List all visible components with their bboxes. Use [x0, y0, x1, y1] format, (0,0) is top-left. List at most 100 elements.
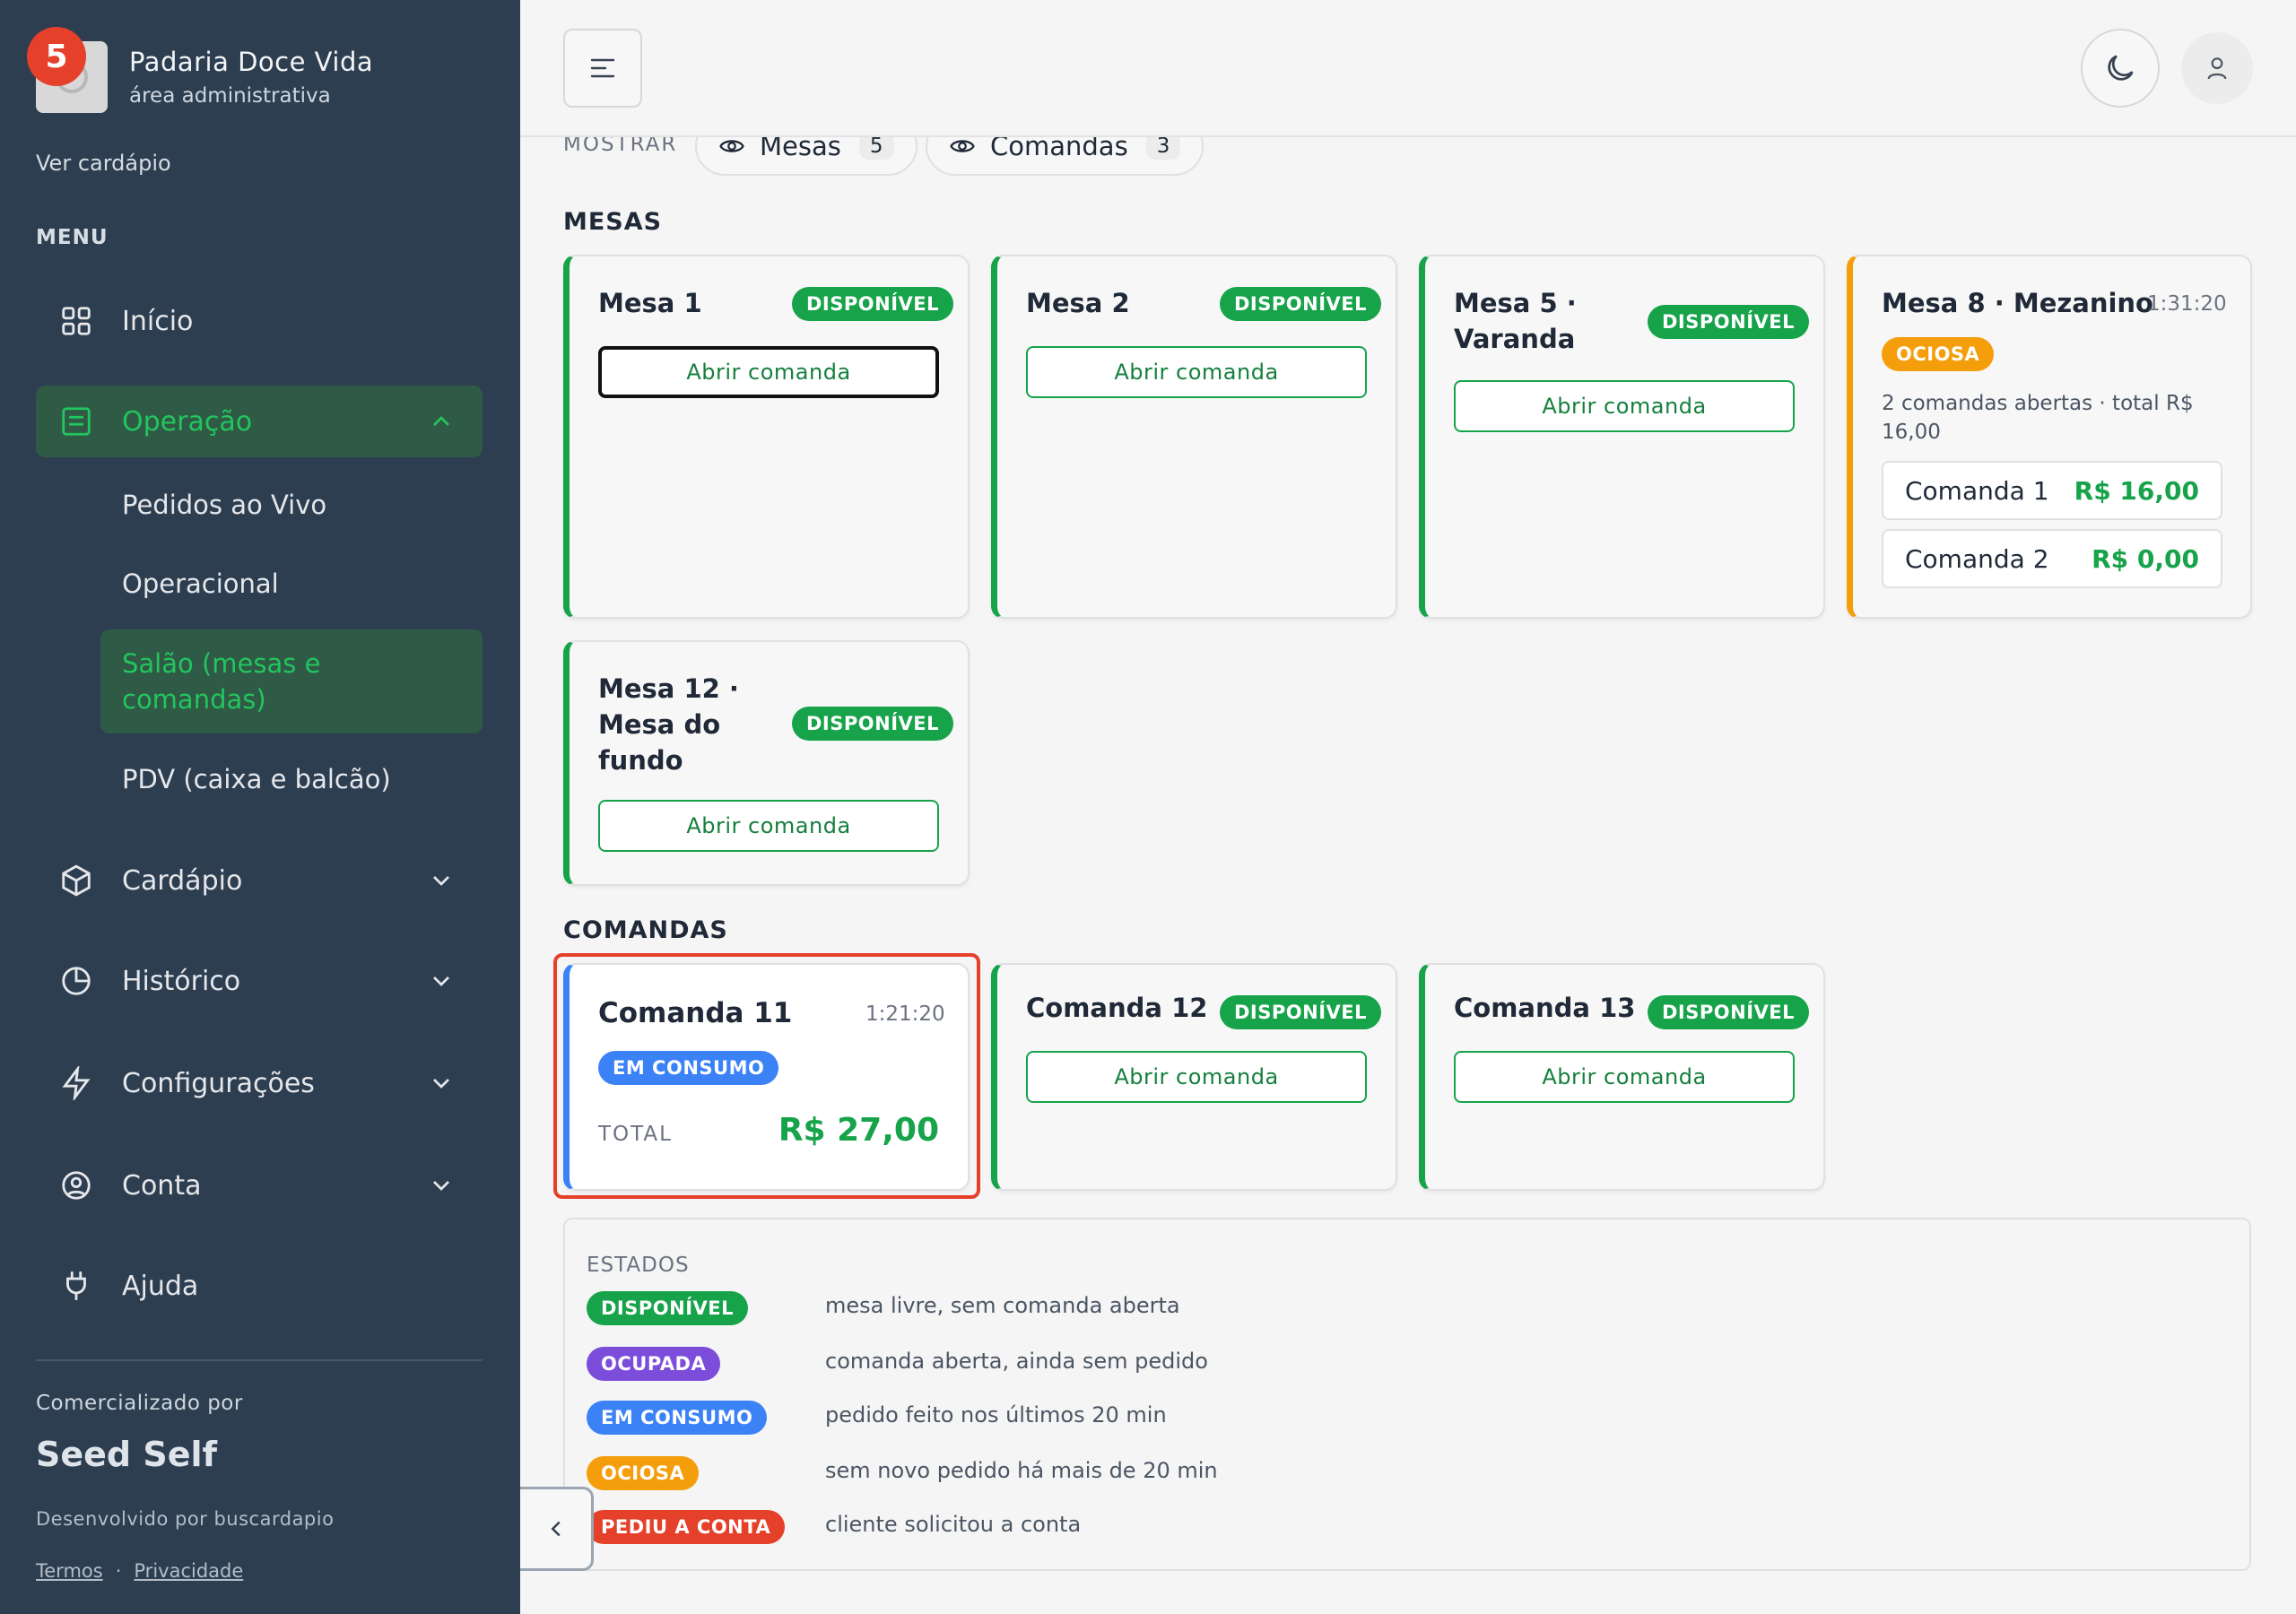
brand-name: Padaria Doce Vida [129, 47, 374, 77]
plug-icon [59, 1269, 93, 1303]
open-order-button[interactable]: Abrir comanda [598, 800, 939, 852]
menu-icon [590, 58, 615, 78]
legend-badge: OCIOSA [587, 1456, 700, 1490]
brand[interactable]: 5 Padaria Doce Vida área administrativa [27, 27, 374, 113]
card-title: Comanda 13 [1454, 993, 1636, 1023]
status-badge: DISPONÍVEL [792, 707, 953, 741]
legend-row: EM CONSUMO pedido feito nos últimos 20 m… [587, 1401, 1663, 1436]
table-card-mesa-12: Mesa 12 · Mesa do fundo DISPONÍVEL Abrir… [563, 640, 970, 886]
legend-row: PEDIU A CONTA cliente solicitou a conta [587, 1510, 1663, 1546]
open-order-button[interactable]: Abrir comanda [1026, 1051, 1367, 1103]
sub-order-amount: R$ 16,00 [2074, 475, 2199, 506]
sidebar-item-label: Início [122, 305, 194, 337]
sub-order-row[interactable]: Comanda 1 R$ 16,00 [1882, 461, 2222, 520]
section-title-comandas: COMANDAS [563, 916, 728, 944]
top-bar [520, 0, 2296, 137]
card-title: Mesa 2 [1026, 288, 1130, 318]
view-menu-link[interactable]: Ver cardápio [36, 151, 171, 176]
commercialized-by: Comercializado por [36, 1392, 243, 1415]
chevron-down-icon [433, 1181, 449, 1191]
legend-badge: DISPONÍVEL [587, 1291, 748, 1325]
legend-description: pedido feito nos últimos 20 min [825, 1402, 1167, 1427]
user-circle-icon [59, 1168, 93, 1202]
legend-description: comanda aberta, ainda sem pedido [825, 1349, 1208, 1374]
sidebar-item-operacao[interactable]: Operação [36, 386, 483, 457]
sidebar-subitem-pdv[interactable]: PDV (caixa e balcão) [100, 764, 483, 794]
privacy-link[interactable]: Privacidade [134, 1560, 243, 1582]
chevron-down-icon [433, 876, 449, 886]
card-title: Mesa 1 [598, 288, 702, 318]
seed-self-logo: Seed Self [36, 1435, 218, 1474]
orders-summary: 2 comandas abertas · total R$ 16,00 [1882, 392, 2194, 444]
terms-link[interactable]: Termos [36, 1560, 103, 1582]
card-title: Mesa 12 · Mesa do fundo [598, 673, 739, 776]
table-card-mesa-5: Mesa 5 · Varanda DISPONÍVEL Abrir comand… [1419, 255, 1825, 619]
user-menu-button[interactable] [2181, 32, 2253, 104]
order-card-comanda-12: Comanda 12 DISPONÍVEL Abrir comanda [991, 963, 1397, 1191]
sidebar-item-inicio[interactable]: Início [36, 285, 483, 357]
sub-order-row[interactable]: Comanda 2 R$ 0,00 [1882, 529, 2222, 588]
sidebar-item-ajuda[interactable]: Ajuda [36, 1250, 483, 1322]
order-card-comanda-13: Comanda 13 DISPONÍVEL Abrir comanda [1419, 963, 1825, 1191]
legend-row: DISPONÍVEL mesa livre, sem comanda abert… [587, 1291, 1663, 1327]
sidebar-item-historico[interactable]: Histórico [36, 945, 483, 1017]
legend-row: OCIOSA sem novo pedido há mais de 20 min [587, 1456, 1663, 1492]
user-icon [2207, 57, 2227, 80]
selection-highlight [553, 953, 980, 1199]
sidebar-item-label: Ajuda [122, 1270, 199, 1302]
sub-order-amount: R$ 0,00 [2092, 543, 2199, 574]
open-order-button[interactable]: Abrir comanda [1026, 346, 1367, 398]
grid-icon [59, 304, 93, 338]
table-card-mesa-2: Mesa 2 DISPONÍVEL Abrir comanda [991, 255, 1397, 619]
sidebar-divider [36, 1359, 483, 1361]
sidebar-item-label: Histórico [122, 965, 241, 997]
list-box-icon [59, 404, 93, 438]
notification-badge[interactable]: 5 [27, 27, 86, 86]
sidebar-subitem-pedidos[interactable]: Pedidos ao Vivo [100, 490, 483, 520]
section-title-mesas: MESAS [563, 208, 663, 236]
open-order-button[interactable]: Abrir comanda [598, 346, 939, 398]
status-badge: DISPONÍVEL [1220, 287, 1381, 321]
status-badge: DISPONÍVEL [1220, 995, 1381, 1029]
separator: · [115, 1560, 122, 1582]
legend-row: OCUPADA comanda aberta, ainda sem pedido [587, 1347, 1663, 1383]
theme-toggle-button[interactable] [2081, 29, 2160, 108]
open-order-button[interactable]: Abrir comanda [1454, 1051, 1795, 1103]
chevron-left-icon [550, 1521, 561, 1537]
moon-icon [2108, 55, 2134, 81]
sidebar-item-label: Operação [122, 405, 253, 438]
sidebar-item-conta[interactable]: Conta [36, 1150, 483, 1221]
sidebar-item-cardapio[interactable]: Cardápio [36, 845, 483, 916]
status-legend: ESTADOS DISPONÍVEL mesa livre, sem coman… [563, 1218, 2251, 1571]
chevron-up-icon [433, 416, 449, 426]
legend-badge: EM CONSUMO [587, 1401, 768, 1435]
card-title: Mesa 8 · Mezanino [1882, 288, 2153, 318]
legal-links: Termos · Privacidade [36, 1560, 243, 1582]
status-badge: DISPONÍVEL [792, 287, 953, 321]
sub-order-name: Comanda 2 [1905, 543, 2049, 574]
sub-order-name: Comanda 1 [1905, 475, 2049, 506]
status-badge: OCIOSA [1882, 337, 1995, 371]
status-badge: DISPONÍVEL [1648, 995, 1809, 1029]
legend-description: sem novo pedido há mais de 20 min [825, 1458, 1218, 1483]
sidebar-item-label: Conta [122, 1169, 202, 1202]
chevron-down-icon [433, 1079, 449, 1089]
menu-heading: MENU [36, 226, 109, 249]
sidebar-subitem-salao[interactable]: Salão (mesas e comandas) [100, 629, 483, 733]
legend-description: cliente solicitou a conta [825, 1512, 1082, 1537]
legend-badge: OCUPADA [587, 1347, 721, 1381]
collapse-sidebar-button[interactable] [520, 1487, 594, 1571]
menu-toggle-button[interactable] [563, 29, 642, 108]
legend-description: mesa livre, sem comanda aberta [825, 1293, 1180, 1318]
sidebar-item-configuracoes[interactable]: Configurações [36, 1047, 483, 1119]
sidebar-subitem-operacional[interactable]: Operacional [100, 568, 483, 599]
box-icon [59, 863, 93, 898]
brand-logo: 5 [27, 27, 108, 113]
sidebar-item-label: Cardápio [122, 864, 243, 897]
open-order-button[interactable]: Abrir comanda [1454, 380, 1795, 432]
chevron-down-icon [433, 976, 449, 986]
brand-subtitle: área administrativa [129, 84, 331, 108]
legend-title: ESTADOS [587, 1254, 690, 1277]
table-card-mesa-8: Mesa 8 · Mezanino 1:31:20 OCIOSA 2 coman… [1847, 255, 2252, 619]
developed-by: Desenvolvido por buscardapio [36, 1508, 335, 1530]
